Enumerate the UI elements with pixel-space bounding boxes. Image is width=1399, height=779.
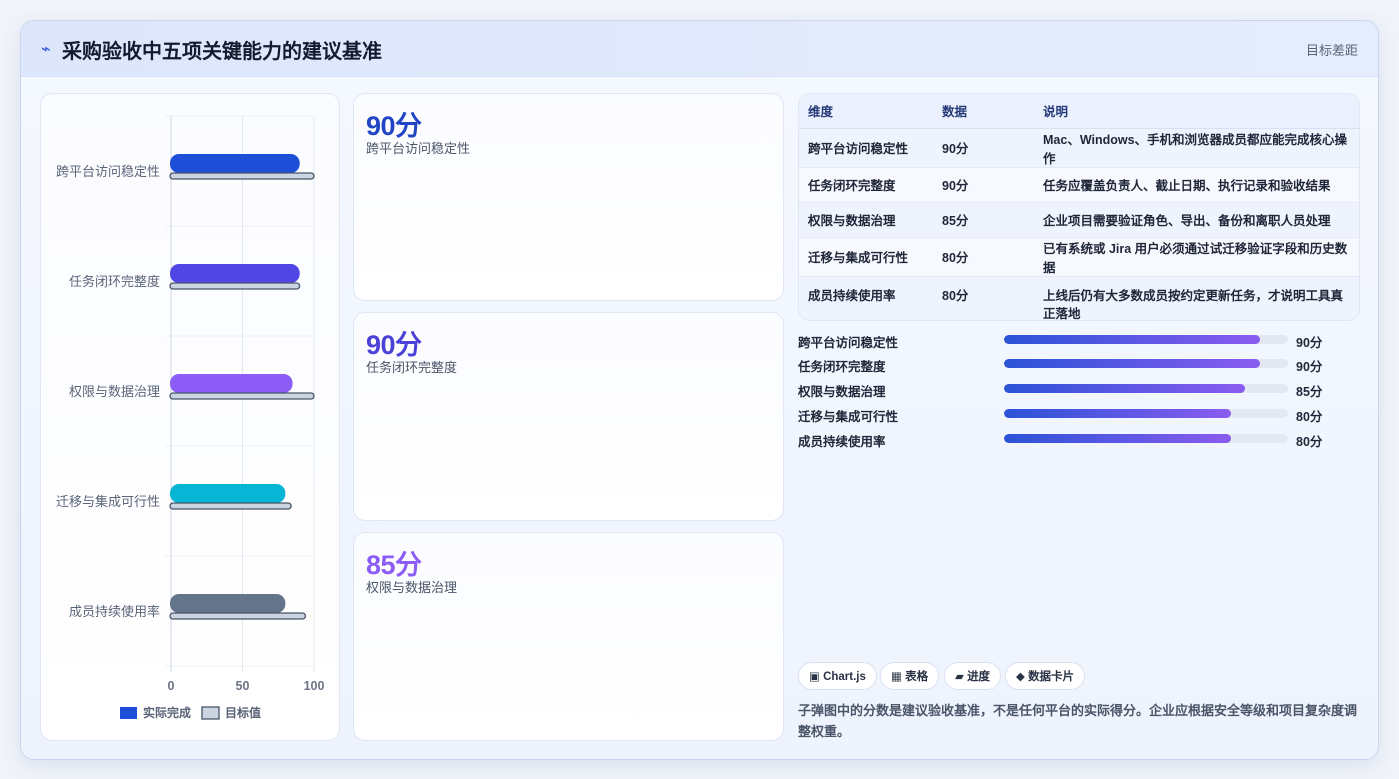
tag-label: 表格 xyxy=(905,671,929,683)
legend-label-target: 目标值 xyxy=(225,705,261,720)
table-grid-icon: ▦ xyxy=(891,671,902,683)
y-tick-label: 成员持续使用率 xyxy=(69,604,160,619)
progress-fill xyxy=(1004,384,1246,393)
progress-label: 成员持续使用率 xyxy=(798,435,886,449)
progress-fill xyxy=(1004,434,1232,443)
table-cell: 85分 xyxy=(933,202,1034,238)
bar-actual xyxy=(170,264,300,283)
progress-row: 跨平台访问稳定性 90分 xyxy=(798,329,1360,350)
progress-label: 迁移与集成可行性 xyxy=(798,410,899,424)
bar-actual xyxy=(170,484,286,503)
x-tick-label: 50 xyxy=(236,679,250,693)
table-cell: 上线后仍有大多数成员按约定更新任务，才说明工具真正落地 xyxy=(1034,276,1359,320)
progress-track xyxy=(1004,359,1288,368)
progress-track xyxy=(1004,409,1288,418)
bar-target xyxy=(169,612,307,620)
kpi-card-2: 90分 任务闭环完整度 xyxy=(353,312,784,521)
table-cell: 80分 xyxy=(933,237,1034,277)
table-row: 迁移与集成可行性 80分 已有系统或 Jira 用户必须通过试迁移验证字段和历史… xyxy=(799,237,1359,277)
dashboard-panel: ⌁ 采购验收中五项关键能力的建议基准 目标差距 跨平台访问稳定性 任务闭环完整度权… xyxy=(20,20,1379,760)
tag-chartjs[interactable]: ▣ Chart.js xyxy=(798,662,877,690)
table-cell: 迁移与集成可行性 xyxy=(799,237,933,277)
bar-target xyxy=(169,392,315,400)
bullet-chart-card: 跨平台访问稳定性任务闭环完整度 权限与数据治理迁移与集成可行性成员持续使用率 0 50… xyxy=(40,93,340,741)
kpi-label: 跨平台访问稳定性 xyxy=(366,141,471,156)
target-gap-label: 目标差距 xyxy=(1305,43,1358,58)
kpi-card-1: 90分 跨平台访问稳定性 xyxy=(353,93,784,301)
progress-track xyxy=(1004,384,1288,393)
table-cell: 90分 xyxy=(933,128,1034,168)
table-cell: 成员持续使用率 xyxy=(799,276,933,320)
tag-data-card[interactable]: ◆ 数据卡片 xyxy=(1005,662,1086,690)
tag-label: 进度 xyxy=(967,671,991,683)
table-cell: 已有系统或 Jira 用户必须通过试迁移验证字段和历史数据 xyxy=(1034,237,1359,277)
table-cell: 90分 xyxy=(933,167,1034,203)
bar-actual xyxy=(170,594,286,613)
progress-label: 权限与数据治理 xyxy=(798,385,886,399)
column-header: 说明 xyxy=(1034,94,1359,129)
table-cell: 跨平台访问稳定性 xyxy=(799,128,933,168)
table-cell: 企业项目需要验证角色、导出、备份和离职人员处理 xyxy=(1034,202,1359,238)
legend-swatch-actual xyxy=(120,707,137,719)
progress-label: 任务闭环完整度 xyxy=(798,360,886,374)
column-header: 维度 xyxy=(799,94,933,129)
data-table-card: 维度 数据 说明 跨平台访问稳定性 90分 Mac、Windows、手机和浏览器… xyxy=(798,93,1360,321)
kpi-label: 任务闭环完整度 xyxy=(366,360,458,375)
table-row: 任务闭环完整度 90分 任务应覆盖负责人、截止日期、执行记录和验收结果 xyxy=(799,167,1359,203)
bar-target xyxy=(169,502,292,510)
progress-row: 成员持续使用率 80分 xyxy=(798,428,1360,449)
diamond-icon: ◆ xyxy=(1016,671,1025,683)
progress-track xyxy=(1004,434,1288,443)
table-cell: Mac、Windows、手机和浏览器成员都应能完成核心操作 xyxy=(1034,128,1359,168)
table-cell: 权限与数据治理 xyxy=(799,202,933,238)
tag-table[interactable]: ▦ 表格 xyxy=(880,662,940,690)
progress-value: 80分 xyxy=(1296,410,1323,424)
bar-actual xyxy=(170,154,300,173)
progress-label: 跨平台访问稳定性 xyxy=(798,336,899,350)
progress-fill xyxy=(1004,359,1260,368)
column-header: 数据 xyxy=(933,94,1034,129)
table-cell: 任务闭环完整度 xyxy=(799,167,933,203)
legend-swatch-target xyxy=(201,706,220,720)
bullet-chart: 跨平台访问稳定性任务闭环完整度权限与数据治理迁移与集成可行性成员持续使用率 0 50… xyxy=(56,115,325,720)
progress-row: 权限与数据治理 85分 xyxy=(798,378,1360,399)
progress-fill xyxy=(1004,409,1232,418)
bar-actual xyxy=(170,374,293,393)
y-tick-label: 跨平台访问稳定性 xyxy=(56,164,160,179)
x-tick-label: 100 xyxy=(304,679,325,693)
progress-track xyxy=(1004,335,1288,344)
progress-value: 90分 xyxy=(1296,360,1323,374)
progress-icon: ▰ xyxy=(955,671,964,683)
tag-label: 数据卡片 xyxy=(1028,671,1075,683)
table-row: 跨平台访问稳定性 90分 Mac、Windows、手机和浏览器成员都应能完成核心… xyxy=(799,128,1359,168)
bar-target xyxy=(169,172,315,180)
header: ⌁ 采购验收中五项关键能力的建议基准 目标差距 xyxy=(21,21,1378,77)
progress-value: 85分 xyxy=(1296,385,1323,399)
progress-value: 80分 xyxy=(1296,435,1323,449)
progress-value: 90分 xyxy=(1296,336,1323,350)
legend-label-actual: 实际完成 xyxy=(143,705,191,720)
x-tick-label: 0 xyxy=(168,679,175,693)
chart-square-icon: ▣ xyxy=(809,671,820,683)
y-tick-label: 任务闭环完整度 xyxy=(69,274,160,289)
y-tick-label: 权限与数据治理 xyxy=(69,384,160,399)
progress-row: 迁移与集成可行性 80分 xyxy=(798,403,1360,424)
progress-fill xyxy=(1004,335,1260,344)
tag-progress[interactable]: ▰ 进度 xyxy=(944,662,1002,690)
bolt-icon: ⌁ xyxy=(41,41,51,58)
table-row: 权限与数据治理 85分 企业项目需要验证角色、导出、备份和离职人员处理 xyxy=(799,202,1359,238)
kpi-label: 权限与数据治理 xyxy=(366,580,458,595)
table-cell: 任务应覆盖负责人、截止日期、执行记录和验收结果 xyxy=(1034,167,1359,203)
page-title: 采购验收中五项关键能力的建议基准 xyxy=(62,41,382,63)
table-cell: 80分 xyxy=(933,276,1034,320)
table-header-row: 维度 数据 说明 xyxy=(799,94,1359,129)
bar-target xyxy=(169,282,301,290)
tag-label: Chart.js xyxy=(823,671,866,683)
data-table: 维度 数据 说明 跨平台访问稳定性 90分 Mac、Windows、手机和浏览器… xyxy=(799,94,1359,320)
progress-row: 任务闭环完整度 90分 xyxy=(798,353,1360,374)
footnote: 子弹图中的分数是建议验收基准，不是任何平台的实际得分。企业应根据安全等级和项目复… xyxy=(798,703,1358,739)
table-row: 成员持续使用率 80分 上线后仍有大多数成员按约定更新任务，才说明工具真正落地 xyxy=(799,276,1359,320)
y-tick-label: 迁移与集成可行性 xyxy=(56,494,160,509)
kpi-card-3: 85分 权限与数据治理 xyxy=(353,532,784,741)
